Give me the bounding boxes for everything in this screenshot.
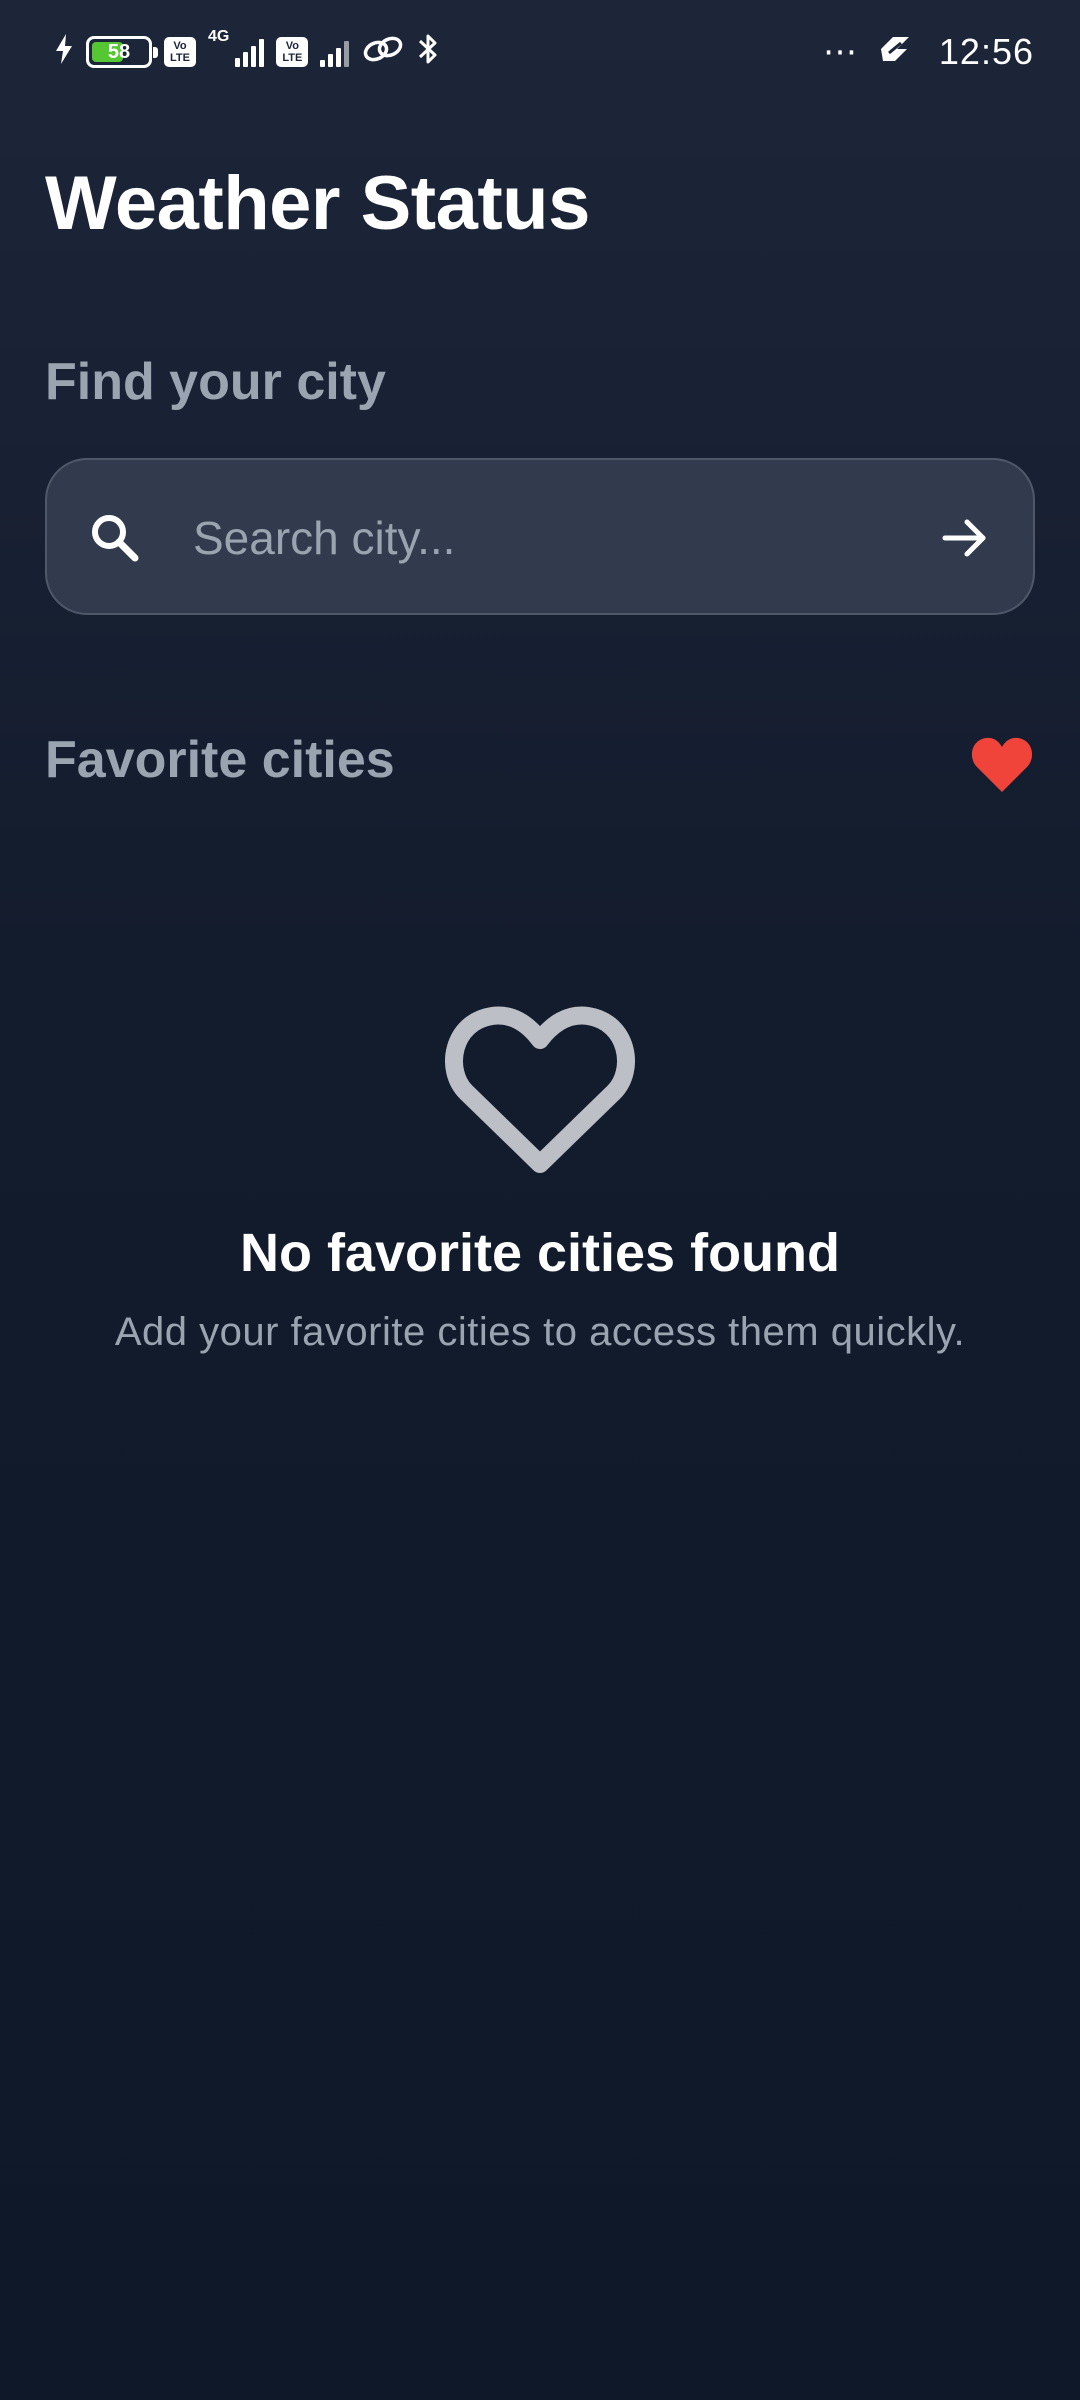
- battery-level: 58: [107, 40, 131, 63]
- link-icon: [361, 34, 405, 70]
- page-title: Weather Status: [45, 161, 590, 246]
- find-city-label: Find your city: [45, 353, 386, 411]
- search-box[interactable]: [45, 458, 1035, 615]
- status-time: 12:56: [938, 31, 1034, 72]
- status-bar: 58 Vo LTE 4G Vo LTE ⋯ 12:56: [0, 0, 1080, 104]
- volte-label-bottom: LTE: [170, 52, 190, 64]
- app-screen: 58 Vo LTE 4G Vo LTE ⋯ 12:56 Weather Stat…: [0, 0, 1080, 2400]
- volte-icon: Vo LTE: [164, 37, 196, 67]
- empty-state-title: No favorite cities found: [239, 1223, 841, 1283]
- signal-icon-2: [320, 37, 350, 67]
- status-bar-left: 58 Vo LTE 4G Vo LTE: [54, 28, 439, 72]
- search-icon[interactable]: [87, 510, 143, 566]
- signal-icon: [235, 37, 265, 67]
- heart-outline-icon: [445, 1006, 635, 1173]
- favorite-cities-label: Favorite cities: [45, 731, 395, 789]
- empty-state-subtitle: Add your favorite cities to access them …: [114, 1310, 966, 1354]
- battery-icon: 58: [86, 36, 158, 68]
- volte-label-top: Vo: [173, 40, 187, 52]
- heart-icon[interactable]: [970, 734, 1034, 794]
- arrow-right-icon[interactable]: [937, 510, 993, 566]
- bluetooth-icon: [417, 32, 439, 72]
- data-saver-icon: [877, 34, 913, 70]
- volte-label-bottom-2: LTE: [282, 52, 303, 64]
- more-dots-icon: ⋯: [822, 33, 859, 71]
- charging-bolt-icon: [54, 34, 74, 70]
- search-input[interactable]: [193, 490, 933, 586]
- status-bar-right: ⋯ 12:56: [823, 31, 1034, 73]
- volte-label-top-2: Vo: [285, 40, 299, 52]
- network-type: 4G: [208, 28, 230, 45]
- volte-icon-2: Vo LTE: [276, 37, 309, 67]
